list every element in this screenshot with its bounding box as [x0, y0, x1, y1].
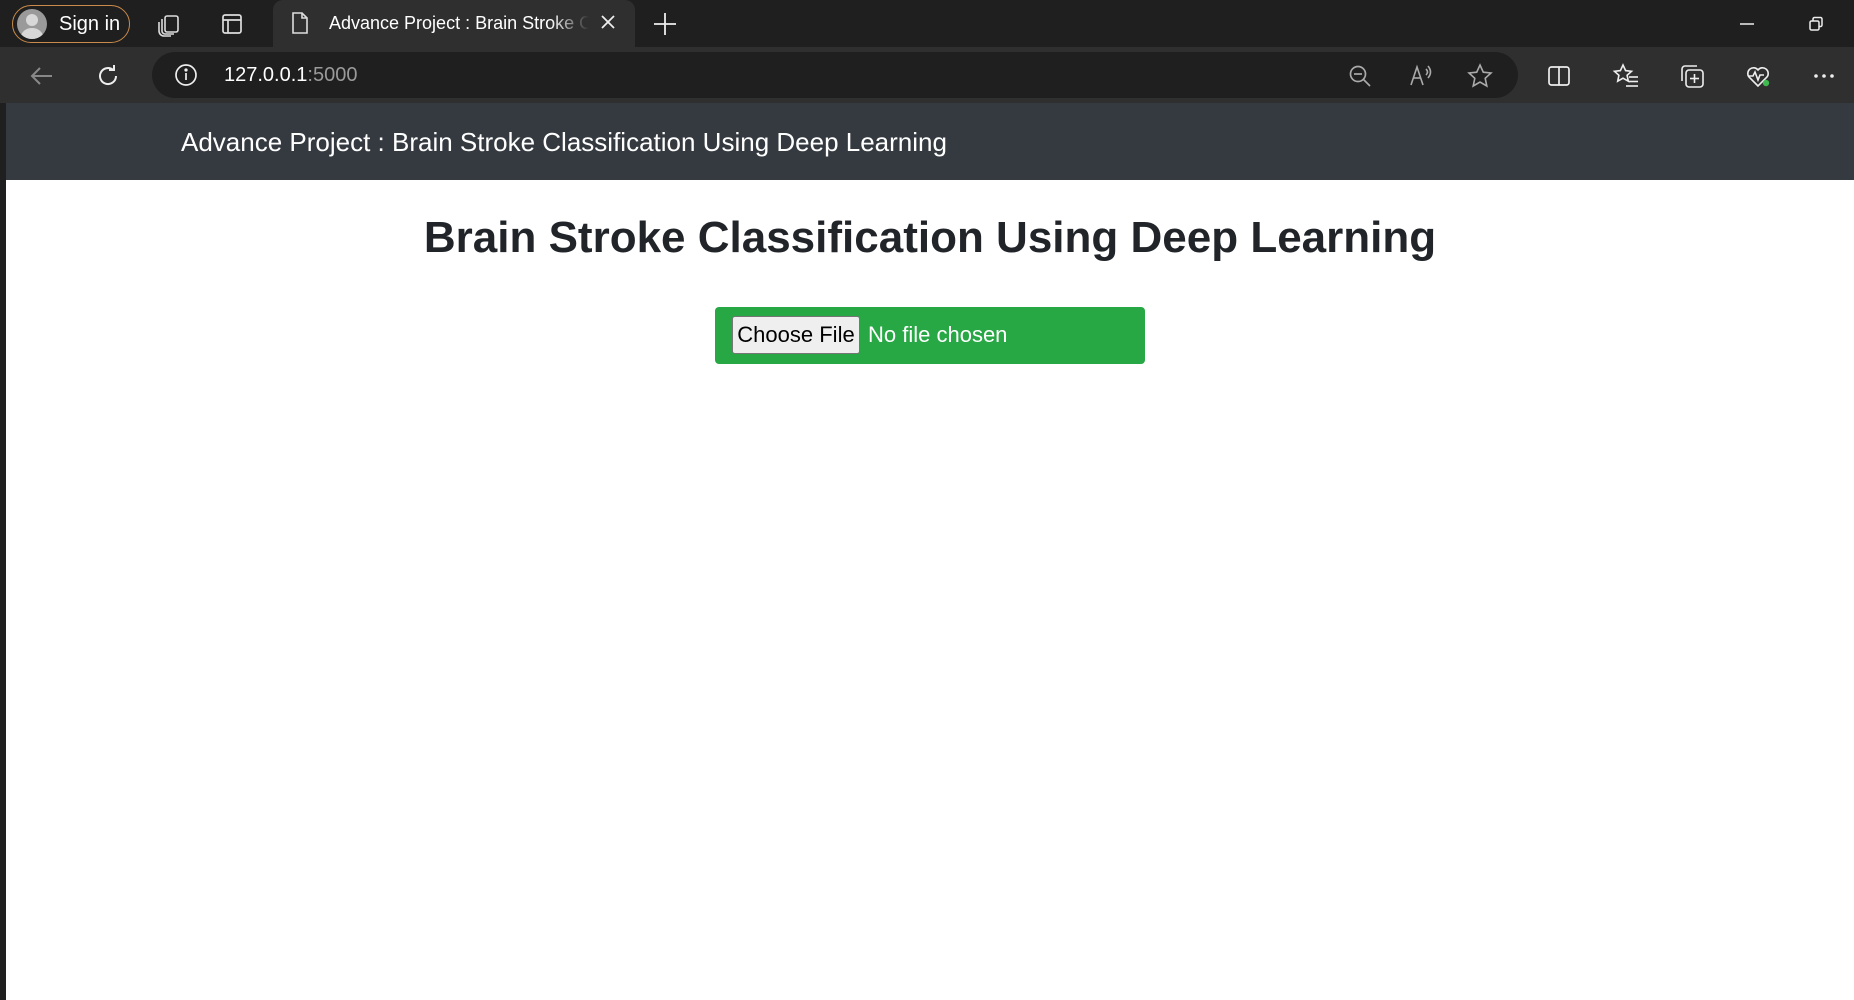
page-viewport: Advance Project : Brain Stroke Classific…	[6, 103, 1854, 1000]
profile-avatar-icon	[17, 9, 47, 39]
active-tab[interactable]: Advance Project : Brain Stroke Classific…	[273, 0, 635, 47]
url-port: :5000	[307, 64, 358, 86]
refresh-icon[interactable]	[92, 60, 124, 92]
back-icon[interactable]	[26, 60, 58, 92]
favorite-star-icon[interactable]	[1466, 62, 1494, 95]
page-title: Brain Stroke Classification Using Deep L…	[423, 213, 1437, 262]
minimize-icon[interactable]	[1733, 10, 1761, 38]
browser-tab-strip: Sign in Advance Project : Brain Stroke C…	[0, 0, 1854, 47]
sign-in-button[interactable]: Sign in	[12, 5, 130, 43]
browser-toolbar: 127.0.0.1:5000	[0, 47, 1854, 103]
tab-title: Advance Project : Brain Stroke Classific…	[329, 13, 589, 33]
close-tab-icon[interactable]	[598, 12, 618, 37]
zoom-out-icon[interactable]	[1347, 63, 1373, 94]
new-tab-icon[interactable]	[650, 9, 680, 44]
browser-essentials-icon[interactable]	[1742, 60, 1774, 92]
navbar-brand[interactable]: Advance Project : Brain Stroke Classific…	[181, 127, 947, 158]
site-info-icon[interactable]	[174, 63, 198, 92]
favorites-icon[interactable]	[1610, 60, 1642, 92]
split-screen-icon[interactable]	[1543, 60, 1575, 92]
page-icon	[290, 11, 310, 40]
choose-file-button[interactable]: Choose File	[732, 316, 860, 354]
workspaces-icon[interactable]	[154, 9, 184, 39]
restore-icon[interactable]	[1802, 10, 1830, 38]
sign-in-label: Sign in	[59, 12, 121, 35]
url-text: 127.0.0.1:5000	[224, 64, 357, 87]
navbar: Advance Project : Brain Stroke Classific…	[6, 103, 1854, 180]
file-upload-field[interactable]: Choose File No file chosen	[715, 307, 1145, 364]
url-host: 127.0.0.1	[224, 64, 308, 86]
more-menu-icon[interactable]	[1808, 60, 1840, 92]
file-status-text: No file chosen	[868, 322, 1008, 347]
address-bar[interactable]: 127.0.0.1:5000	[152, 52, 1518, 98]
tab-actions-icon[interactable]	[217, 9, 247, 39]
collections-icon[interactable]	[1676, 60, 1708, 92]
read-aloud-icon[interactable]	[1408, 63, 1434, 94]
